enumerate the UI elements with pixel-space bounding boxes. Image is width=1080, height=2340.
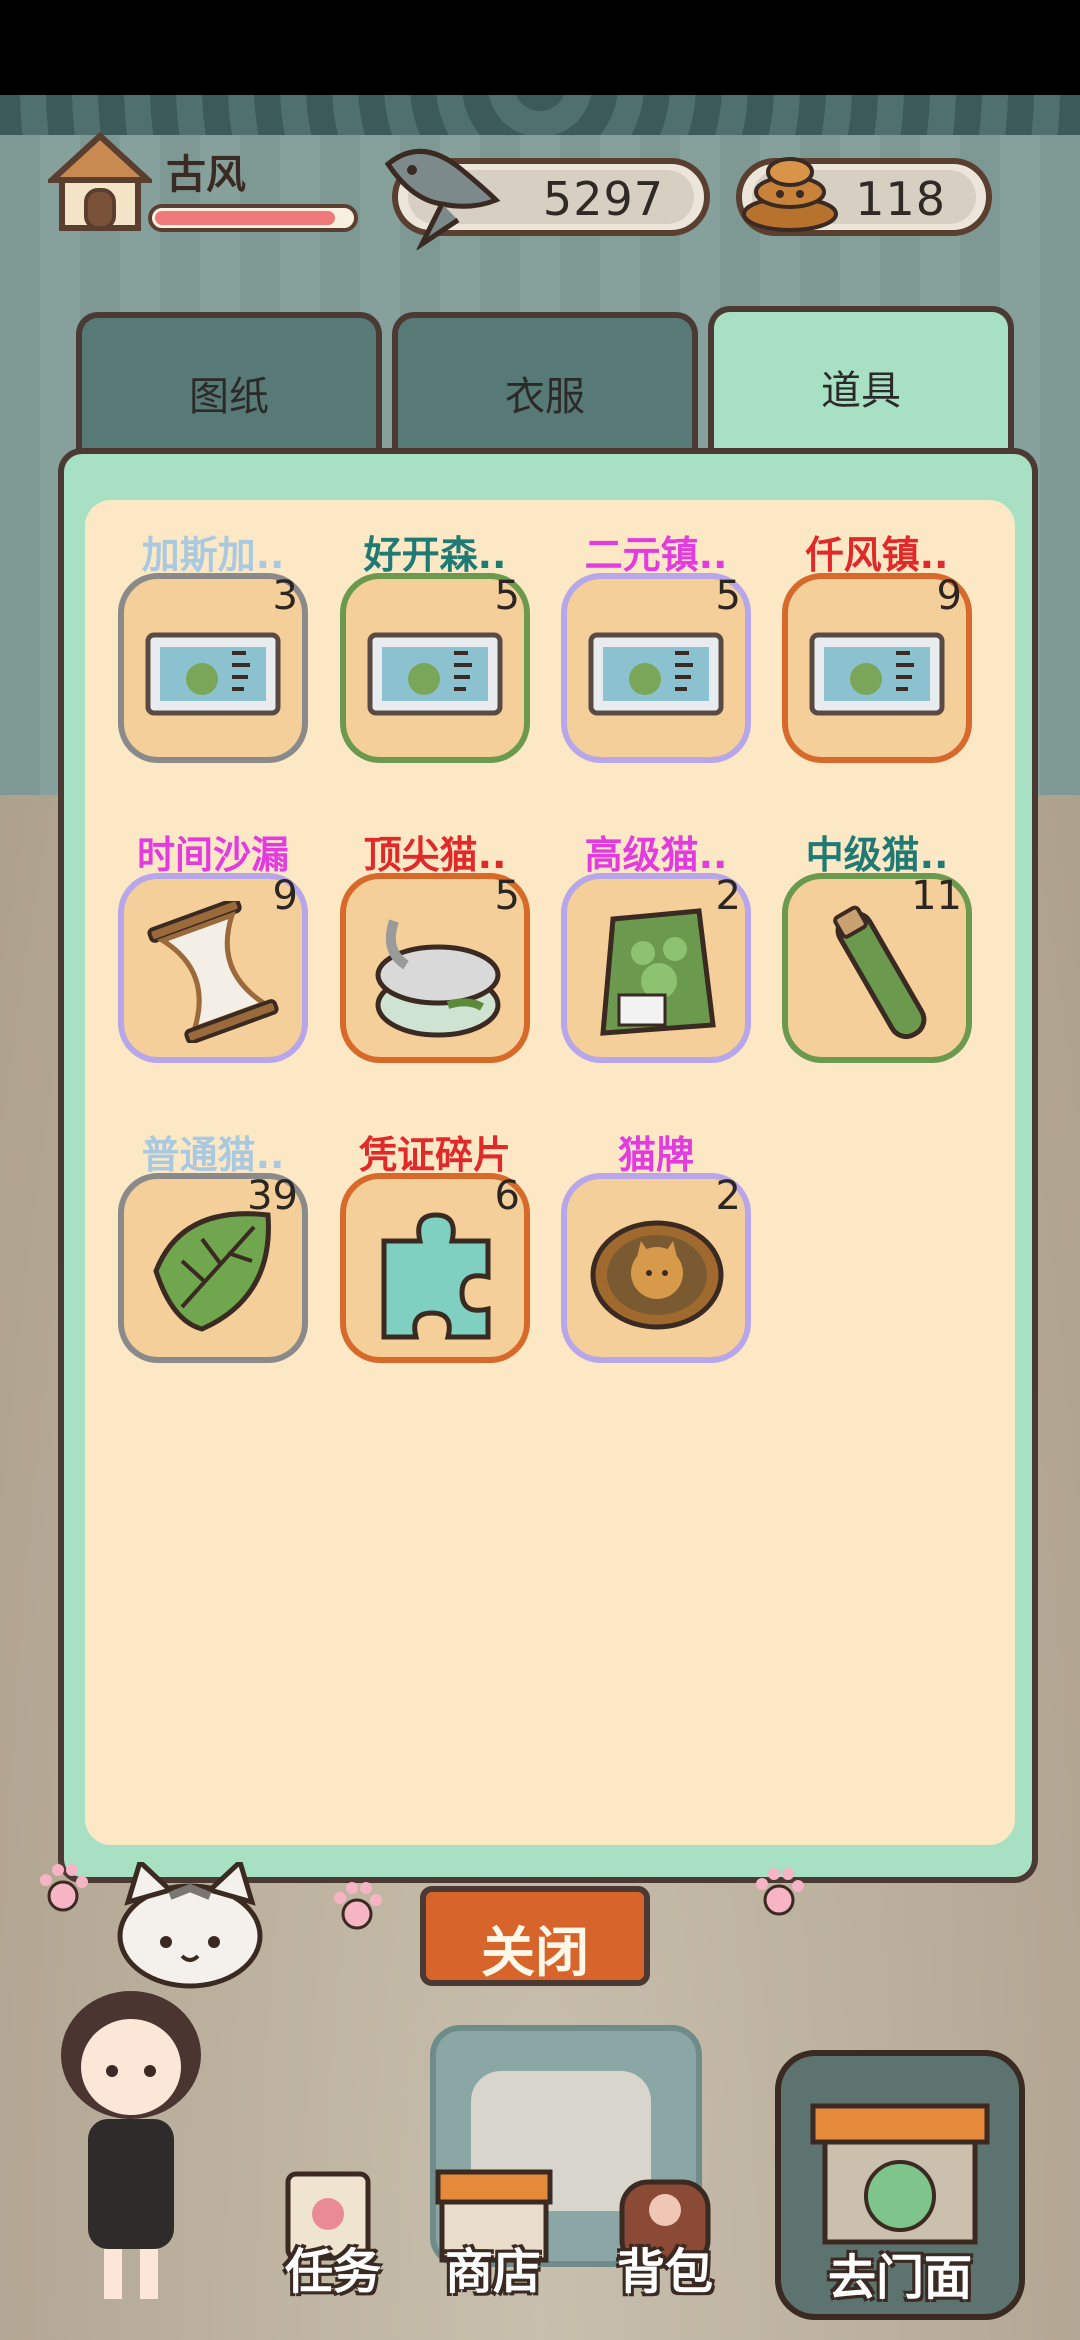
item-name: 凭证碎片 xyxy=(358,1133,511,1177)
cat-icon xyxy=(117,1862,263,1989)
house-icon xyxy=(48,132,152,231)
leaf-icon xyxy=(153,1211,271,1332)
inventory-item[interactable]: 好开森.. 5 xyxy=(340,500,530,763)
puzzle-piece-icon xyxy=(381,1212,491,1340)
player-name: 古风 xyxy=(166,152,246,198)
tab-label: 衣服 xyxy=(505,374,585,420)
item-name: 普通猫.. xyxy=(141,1133,285,1177)
item-slot: 11 xyxy=(782,873,972,1063)
tab-blueprints[interactable]: 图纸 xyxy=(76,312,382,462)
tab-items[interactable]: 道具 xyxy=(708,306,1014,466)
ticket-icon xyxy=(367,632,503,716)
poop-count: 118 xyxy=(855,172,946,226)
fish-count: 5297 xyxy=(542,172,664,226)
item-slot: 39 xyxy=(118,1173,308,1363)
cat-food-tube-icon xyxy=(833,905,927,1040)
item-slot: 2 xyxy=(561,873,751,1063)
storefront-icon xyxy=(810,2103,990,2245)
item-name: 好开森.. xyxy=(363,533,507,577)
item-name: 二元镇.. xyxy=(584,533,728,577)
inventory-item[interactable]: 高级猫.. 2 xyxy=(561,800,751,1063)
fish-icon xyxy=(384,149,501,250)
inventory-item[interactable]: 时间沙漏 9 xyxy=(118,800,308,1063)
cat-medal-icon xyxy=(590,1220,724,1330)
ticket-icon xyxy=(145,632,281,716)
inventory-item[interactable]: 凭证碎片 6 xyxy=(340,1100,530,1363)
go-storefront-button[interactable]: 去门面 xyxy=(775,2050,1025,2320)
inventory-item[interactable]: 普通猫.. 39 xyxy=(118,1100,308,1363)
bag-label: 背包 xyxy=(616,2244,713,2300)
item-name: 中级猫.. xyxy=(805,833,949,877)
inventory-item[interactable]: 仟风镇.. 9 xyxy=(782,500,972,763)
cat-food-can-icon xyxy=(375,919,501,1038)
item-name: 时间沙漏 xyxy=(136,833,289,877)
item-slot: 2 xyxy=(561,1173,751,1363)
item-slot: 5 xyxy=(340,573,530,763)
bag-button[interactable]: 背包 xyxy=(590,2160,740,2310)
item-name: 高级猫.. xyxy=(584,833,728,877)
tasks-label: 任务 xyxy=(284,2244,381,2300)
item-name: 仟风镇.. xyxy=(805,533,949,577)
inventory-grid: 加斯加.. 3 好开森.. 5 二元镇.. 5 仟风镇.. 9 时间沙漏 9 顶尖猫.. 5 高级猫..… xyxy=(85,500,1015,1845)
paw-icon xyxy=(756,1868,804,1916)
item-name: 顶尖猫.. xyxy=(363,833,507,877)
item-name: 加斯加.. xyxy=(141,533,285,577)
poop-icon xyxy=(742,157,838,232)
tab-label: 图纸 xyxy=(189,374,269,420)
cat-food-bag-icon xyxy=(600,908,716,1036)
inventory-item[interactable]: 二元镇.. 5 xyxy=(561,500,751,763)
tab-label: 道具 xyxy=(821,368,901,414)
character-icon xyxy=(61,1991,201,2299)
player-hp-fill xyxy=(155,211,336,225)
item-slot: 6 xyxy=(340,1173,530,1363)
shop-label: 商店 xyxy=(444,2244,541,2300)
inventory-item[interactable]: 加斯加.. 3 xyxy=(118,500,308,763)
item-slot: 5 xyxy=(340,873,530,1063)
player-hp-bar xyxy=(148,204,358,232)
inventory-item[interactable]: 猫牌 2 xyxy=(561,1100,751,1363)
ticket-icon xyxy=(588,632,724,716)
item-slot: 9 xyxy=(118,873,308,1063)
inventory-item[interactable]: 中级猫.. 11 xyxy=(782,800,972,1063)
close-label: 关闭 xyxy=(481,1921,589,1984)
item-slot: 3 xyxy=(118,573,308,763)
tab-clothes[interactable]: 衣服 xyxy=(392,312,698,462)
go-storefront-label: 去门面 xyxy=(827,2250,972,2306)
hourglass-icon xyxy=(147,901,279,1043)
paw-icon xyxy=(40,1864,88,1912)
item-slot: 5 xyxy=(561,573,751,763)
item-slot: 9 xyxy=(782,573,972,763)
paw-icon xyxy=(334,1882,382,1930)
tasks-button[interactable]: 任务 xyxy=(258,2160,408,2310)
item-name: 猫牌 xyxy=(617,1133,694,1177)
ticket-icon xyxy=(809,632,945,716)
close-button[interactable]: 关闭 xyxy=(420,1886,650,1986)
shop-button[interactable]: 商店 xyxy=(418,2160,568,2310)
inventory-item[interactable]: 顶尖猫.. 5 xyxy=(340,800,530,1063)
